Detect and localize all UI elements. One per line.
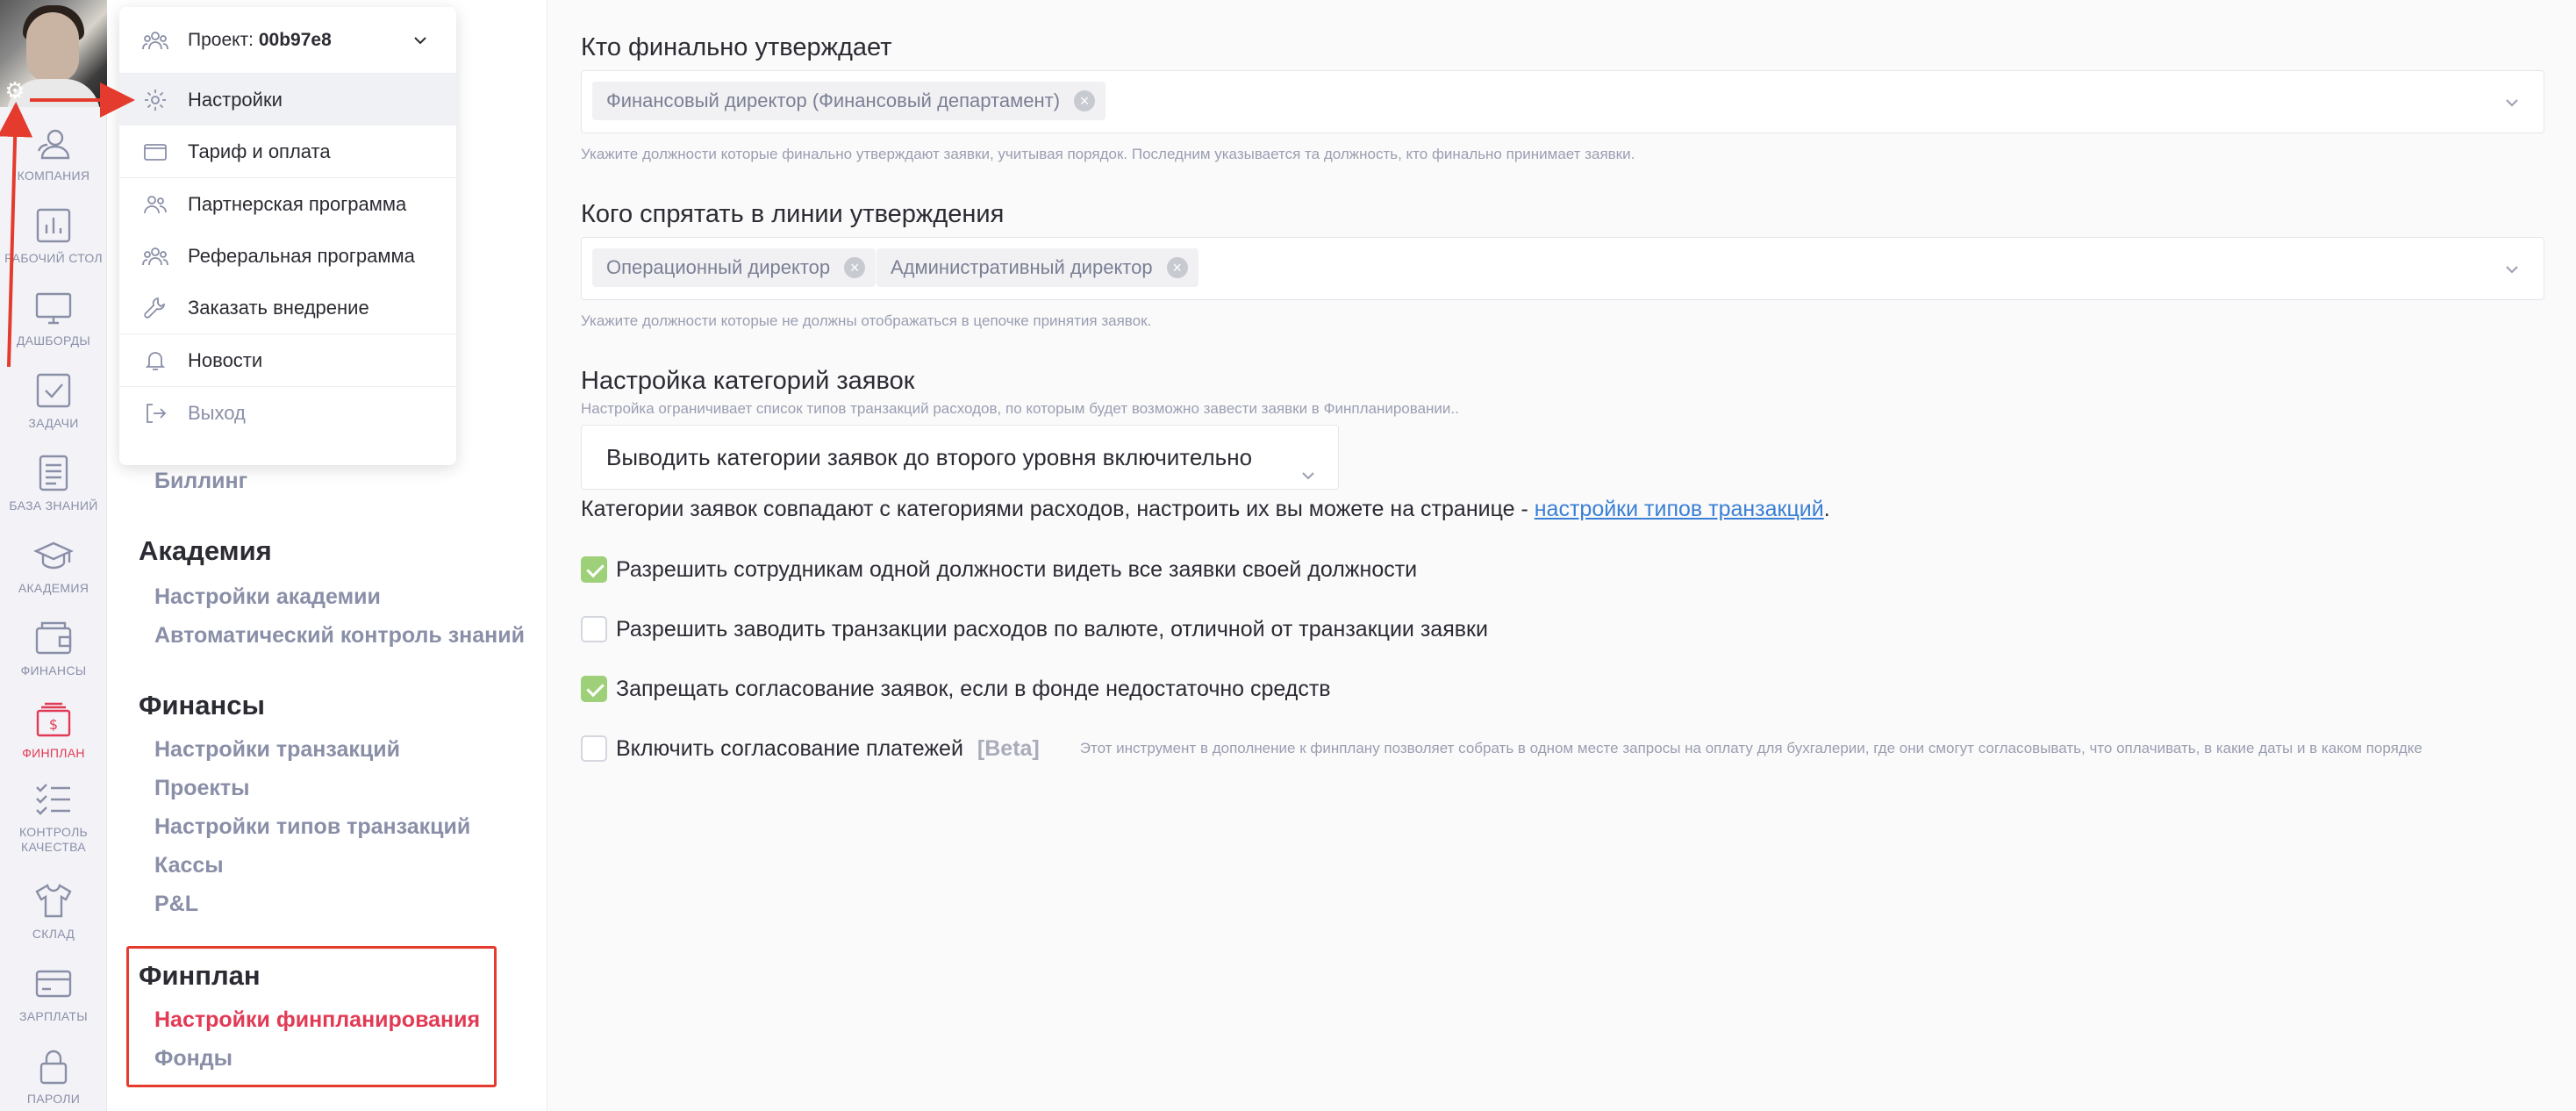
nav-link-transaction-settings[interactable]: Настройки транзакций <box>154 737 400 763</box>
chevron-down-icon[interactable] <box>2501 92 2522 113</box>
nav-link-pnl[interactable]: P&L <box>154 892 198 917</box>
nav-section-finance: Финансы <box>139 690 265 720</box>
menu-item-partner[interactable]: Партнерская программа <box>119 178 456 230</box>
project-selector[interactable]: Проект: 00b97e8 <box>119 7 456 74</box>
group-icon <box>142 243 168 269</box>
checkbox-currency[interactable] <box>581 616 607 642</box>
project-id: 00b97e8 <box>258 29 332 50</box>
menu-item-news[interactable]: Новости <box>119 334 456 386</box>
svg-text:$: $ <box>49 716 58 733</box>
checkbox-row-insufficient-funds[interactable]: Запрещать согласование заявок, если в фо… <box>581 676 1331 702</box>
lock-icon <box>33 1046 74 1086</box>
wallet-icon <box>33 618 74 658</box>
card-icon <box>33 964 74 1004</box>
menu-item-order-implementation[interactable]: Заказать внедрение <box>119 282 456 333</box>
rail-item-quality-control[interactable]: КОНТРОЛЬ КАЧЕСТВА <box>0 779 107 855</box>
beta-badge: [Beta] <box>977 735 1040 761</box>
tshirt-icon <box>33 881 74 921</box>
logout-icon <box>142 400 168 426</box>
rail-item-warehouse[interactable]: СКЛАД <box>0 881 107 942</box>
highlight-box <box>126 946 497 1087</box>
tag-final-approver: Финансовый директор (Финансовый департам… <box>592 82 1106 120</box>
menu-item-referral[interactable]: Реферальная программа <box>119 230 456 282</box>
checklist-icon <box>33 779 74 820</box>
nav-link-transaction-types[interactable]: Настройки типов транзакций <box>154 814 470 840</box>
page: Биллинг Академия Настройки академии Авто… <box>0 0 2576 1111</box>
checkbox-payment-approval[interactable] <box>581 735 607 762</box>
final-approver-select[interactable]: Финансовый директор (Финансовый департам… <box>581 70 2544 133</box>
nav-section-academy: Академия <box>139 535 272 566</box>
tag-administrative-director: Административный директор × <box>877 248 1199 287</box>
hide-in-line-hint: Укажите должности которые не должны отоб… <box>581 312 1152 329</box>
categories-hint: Настройка ограничивает список типов тран… <box>581 400 1459 417</box>
checkbox-row-currency[interactable]: Разрешить заводить транзакции расходов п… <box>581 616 1488 642</box>
wrench-icon <box>142 295 168 321</box>
gear-icon[interactable]: ⚙ <box>2 77 28 104</box>
users-icon <box>142 191 168 218</box>
document-icon <box>33 453 74 493</box>
checkbox-icon <box>33 370 74 411</box>
categories-title: Настройка категорий заявок <box>581 367 915 395</box>
main-content: Кто финально утверждает Финансовый дирек… <box>547 0 2576 1111</box>
close-icon[interactable]: × <box>1166 257 1188 278</box>
rail-item-passwords[interactable]: ПАРОЛИ <box>0 1046 107 1107</box>
bell-icon <box>142 348 168 374</box>
nav-link-billing[interactable]: Биллинг <box>154 469 247 494</box>
transaction-types-link[interactable]: настройки типов транзакций <box>1535 497 1824 521</box>
rail-item-desktop[interactable]: РАБОЧИЙ СТОЛ <box>0 205 107 266</box>
rail-item-academy[interactable]: АКАДЕМИЯ <box>0 535 107 596</box>
rail-item-company[interactable]: КОМПАНИЯ <box>0 123 107 183</box>
nav-link-cash-desks[interactable]: Кассы <box>154 853 224 878</box>
monitor-icon <box>33 288 74 328</box>
rail-item-salaries[interactable]: ЗАРПЛАТЫ <box>0 964 107 1024</box>
group-icon <box>142 27 168 54</box>
menu-item-settings[interactable]: Настройки <box>119 74 456 125</box>
graduation-cap-icon <box>33 535 74 576</box>
company-icon <box>33 123 74 163</box>
gear-icon <box>142 87 168 113</box>
chevron-down-icon <box>1298 447 1319 480</box>
final-approver-title: Кто финально утверждает <box>581 33 892 61</box>
menu-item-logout[interactable]: Выход <box>119 387 456 439</box>
tag-operations-director: Операционный директор × <box>592 248 877 287</box>
checkbox-row-same-position[interactable]: Разрешить сотрудникам одной должности ви… <box>581 556 1417 583</box>
checkbox-row-payment-approval[interactable]: Включить согласование платежей [Beta] Эт… <box>581 735 2422 762</box>
categories-level-select[interactable]: Выводить категории заявок до второго уро… <box>581 425 1339 490</box>
close-icon[interactable]: × <box>1074 90 1096 111</box>
nav-link-academy-settings[interactable]: Настройки академии <box>154 584 381 610</box>
chevron-down-icon[interactable] <box>2501 259 2522 280</box>
bar-chart-icon <box>33 205 74 246</box>
final-approver-hint: Укажите должности которые финально утвер… <box>581 146 1635 162</box>
rail-item-knowledge-base[interactable]: БАЗА ЗНАНИЙ <box>0 453 107 513</box>
avatar[interactable]: ⚙ <box>0 0 107 107</box>
nav-link-auto-knowledge-control[interactable]: Автоматический контроль знаний <box>154 623 525 649</box>
chevron-down-icon <box>407 27 433 54</box>
finplan-icon: $ <box>33 700 74 741</box>
close-icon[interactable]: × <box>844 257 866 278</box>
hide-in-line-title: Кого спрятать в линии утверждения <box>581 200 1005 228</box>
checkbox-insufficient-funds[interactable] <box>581 676 607 702</box>
rail-item-dashboards[interactable]: ДАШБОРДЫ <box>0 288 107 348</box>
rail-item-tasks[interactable]: ЗАДАЧИ <box>0 370 107 431</box>
hide-in-line-select[interactable]: Операционный директор × Административный… <box>581 237 2544 300</box>
rail-item-finance[interactable]: ФИНАНСЫ <box>0 618 107 678</box>
rail-item-finplan[interactable]: $ ФИНПЛАН <box>0 700 107 761</box>
payment-approval-description: Этот инструмент в дополнение к финплану … <box>1079 740 2422 756</box>
project-menu: Проект: 00b97e8 Настройки Тариф и оплата… <box>119 7 456 465</box>
wallet-icon <box>142 139 168 165</box>
left-rail: ⚙ КОМПАНИЯ РАБОЧИЙ СТОЛ ДАШБОРДЫ ЗАДАЧИ … <box>0 0 107 1111</box>
categories-note: Категории заявок совпадают с категориями… <box>581 497 1830 521</box>
project-prefix: Проект: <box>188 29 254 50</box>
nav-link-projects[interactable]: Проекты <box>154 776 250 801</box>
menu-item-tariff[interactable]: Тариф и оплата <box>119 125 456 177</box>
checkbox-same-position[interactable] <box>581 556 607 583</box>
